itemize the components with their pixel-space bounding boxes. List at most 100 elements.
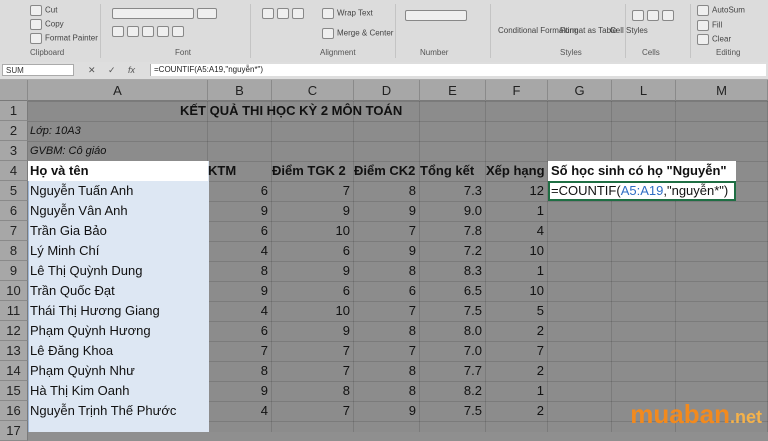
fill-button[interactable]: Fill [697,20,722,31]
cell-rank[interactable]: 10 [486,241,548,261]
select-all-corner[interactable] [0,80,28,101]
column-header-B[interactable]: B [208,80,272,101]
cell-ktm[interactable]: 7 [208,341,272,361]
cell-tgk[interactable]: 10 [272,301,354,321]
cell-ck[interactable]: 9 [354,241,420,261]
cell-ktm[interactable]: 4 [208,301,272,321]
cell-tgk[interactable]: 9 [272,201,354,221]
cell-tgk[interactable]: 6 [272,241,354,261]
cell-rank[interactable]: 2 [486,321,548,341]
cell-name[interactable]: Phạm Quỳnh Hương [30,321,206,341]
autosum-button[interactable]: AutoSum [697,5,745,16]
cell-ktm[interactable]: 6 [208,221,272,241]
cell-tgk[interactable]: 7 [272,341,354,361]
row-header-10[interactable]: 10 [0,281,28,301]
header-count-nguyen[interactable]: Số học sinh có họ "Nguyễn" [551,161,735,181]
font-controls[interactable] [112,8,220,19]
cell-ktm[interactable]: 8 [208,261,272,281]
column-header-L[interactable]: L [612,80,676,101]
cell-tgk[interactable]: 7 [272,181,354,201]
cell-total[interactable]: 8.3 [420,261,486,281]
row-header-17[interactable]: 17 [0,421,28,441]
column-header-A[interactable]: A [28,80,208,101]
cell-tgk[interactable]: 10 [272,221,354,241]
row-header-14[interactable]: 14 [0,361,28,381]
cut-button[interactable]: Cut [30,5,57,16]
cell-total[interactable]: 7.0 [420,341,486,361]
cell-name[interactable]: Lê Thị Quỳnh Dung [30,261,206,281]
cell-rank[interactable]: 10 [486,281,548,301]
header-ck[interactable]: Điểm CK2 [354,161,418,181]
row-header-13[interactable]: 13 [0,341,28,361]
cell-total[interactable]: 9.0 [420,201,486,221]
row-header-1[interactable]: 1 [0,101,28,121]
cell-total[interactable]: 8.2 [420,381,486,401]
cell-total[interactable]: 7.2 [420,241,486,261]
cell-ck[interactable]: 9 [354,401,420,421]
cell-name[interactable]: Phạm Quỳnh Như [30,361,206,381]
column-header-C[interactable]: C [272,80,354,101]
cell-ktm[interactable]: 9 [208,281,272,301]
cell-rank[interactable]: 1 [486,381,548,401]
header-tgk[interactable]: Điểm TGK 2 [272,161,352,181]
format-as-table-button[interactable]: Format as Table [560,26,617,35]
cell-ktm[interactable]: 4 [208,401,272,421]
cell-tgk[interactable]: 9 [272,261,354,281]
cell-rank[interactable]: 2 [486,401,548,421]
row-header-9[interactable]: 9 [0,261,28,281]
cell-ck[interactable]: 8 [354,261,420,281]
cell-name[interactable]: Lý Minh Chí [30,241,206,261]
cell-total[interactable]: 7.5 [420,301,486,321]
row-header-6[interactable]: 6 [0,201,28,221]
cell-name[interactable]: Nguyễn Tuấn Anh [30,181,206,201]
cell-rank[interactable]: 1 [486,201,548,221]
cell-name[interactable]: Thái Thị Hương Giang [30,301,206,321]
cell-ktm[interactable]: 6 [208,181,272,201]
align-controls[interactable] [262,8,307,19]
copy-button[interactable]: Copy [30,19,64,30]
column-header-G[interactable]: G [548,80,612,101]
column-header-M[interactable]: M [676,80,768,101]
cell-name[interactable]: Trần Gia Bảo [30,221,206,241]
column-header-D[interactable]: D [354,80,420,101]
cell-ck[interactable]: 9 [354,201,420,221]
cell-tgk[interactable]: 8 [272,381,354,401]
cell-name[interactable]: Lê Đăng Khoa [30,341,206,361]
name-box[interactable]: SUM [2,64,74,76]
cell-total[interactable]: 8.0 [420,321,486,341]
row-header-16[interactable]: 16 [0,401,28,421]
row-header-2[interactable]: 2 [0,121,28,141]
cell-ktm[interactable]: 9 [208,381,272,401]
header-rank[interactable]: Xếp hạng [486,161,548,181]
column-header-F[interactable]: F [486,80,548,101]
cell-tgk[interactable]: 7 [272,401,354,421]
cell-tgk[interactable]: 7 [272,361,354,381]
format-painter-button[interactable]: Format Painter [30,33,98,44]
row-header-15[interactable]: 15 [0,381,28,401]
formula-input[interactable]: =COUNTIF(A5:A19,"nguyễn*") [150,64,766,76]
cell-ck[interactable]: 8 [354,181,420,201]
cell-rank[interactable]: 5 [486,301,548,321]
cell-ck[interactable]: 6 [354,281,420,301]
cell-styles-button[interactable]: Cell Styles [610,26,648,35]
cell-name[interactable]: Nguyễn Trịnh Thế Phước [30,401,206,421]
clear-button[interactable]: Clear [697,34,731,45]
cell-ck[interactable]: 8 [354,381,420,401]
cell-total[interactable]: 7.5 [420,401,486,421]
enter-icon[interactable]: ✓ [108,64,116,76]
cell-ck[interactable]: 8 [354,321,420,341]
cell-ktm[interactable]: 9 [208,201,272,221]
header-name[interactable]: Họ và tên [30,161,206,181]
cancel-icon[interactable]: ✕ [88,64,96,76]
cell-rank[interactable]: 4 [486,221,548,241]
function-icon[interactable]: fx [128,64,135,76]
cell-tgk[interactable]: 9 [272,321,354,341]
cell-rank[interactable]: 2 [486,361,548,381]
cell-rank[interactable]: 1 [486,261,548,281]
cell-ktm[interactable]: 6 [208,321,272,341]
row-header-5[interactable]: 5 [0,181,28,201]
cell-ck[interactable]: 7 [354,221,420,241]
cell-ktm[interactable]: 8 [208,361,272,381]
row-header-4[interactable]: 4 [0,161,28,181]
cell-ck[interactable]: 7 [354,301,420,321]
